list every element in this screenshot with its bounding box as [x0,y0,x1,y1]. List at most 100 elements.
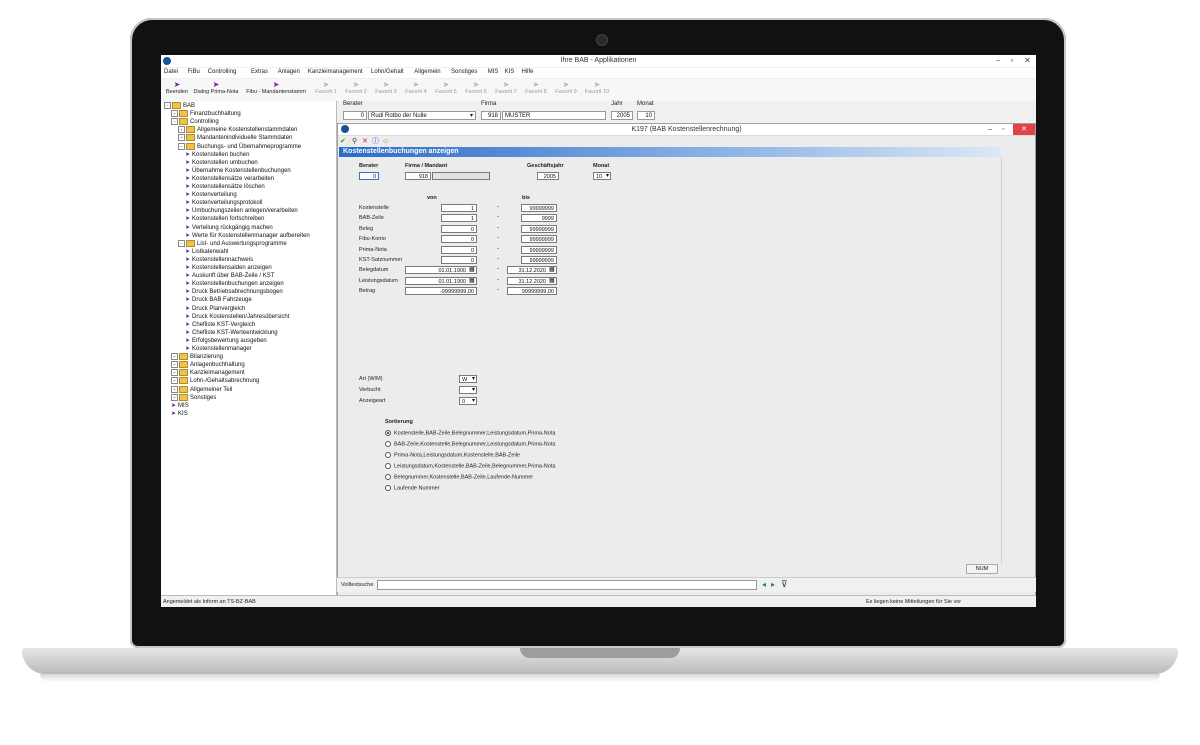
radio-button-icon[interactable] [385,463,391,469]
menu-item-7[interactable]: Allgemein [414,69,440,75]
tree-item[interactable]: ➤ Druck BAB Fahrzeuge [185,296,252,303]
tree-item[interactable]: ➤ Kostenstellen umbuchen [185,159,258,166]
radio-button-icon[interactable] [385,474,391,480]
calendar-icon[interactable]: ▦ [549,277,555,284]
range-from-field[interactable]: 0 [441,224,477,233]
tree-item[interactable]: ➤ Kostenstellenbuchungen anzeigen [185,280,284,287]
menu-item-11[interactable]: Hilfe [522,69,534,75]
sort-option[interactable]: Leistungsdatum,Kostenstelle,BAB-Zeile,Be… [385,463,555,469]
maximize-button[interactable]: ▫ [1005,55,1019,67]
menu-item-5[interactable]: Kanzleimanagement [308,69,363,75]
range-from-field[interactable]: 0 [441,235,477,244]
berater-number-field[interactable]: 0 [343,111,367,120]
tree-item[interactable]: ➤ Erfolgsbewertung ausgeben [185,337,267,344]
monat-field[interactable]: 10 [637,111,655,120]
tree-item[interactable]: ➤ Druck Planvergleich [185,305,245,312]
toolbar-button-0[interactable]: ➤ Beenden [163,80,191,95]
expand-icon[interactable]: + [171,393,178,401]
sort-option[interactable]: Prima-Nota,Leistungsdatum,Kostenstelle,B… [385,452,520,458]
range-to-field[interactable]: 99999999 [521,224,557,233]
expand-icon[interactable]: + [178,134,185,142]
range-from-field[interactable]: 01.01.1900 [405,266,477,275]
tree-item[interactable]: ➤ Chefliste KST-Werteentwicklung [185,329,278,336]
expand-icon[interactable]: + [171,377,178,385]
menu-item-10[interactable]: KIS [505,69,515,75]
minimize-button[interactable]: – [991,55,1005,67]
toolbar-button-11[interactable]: ➤ Favorit 9 [551,80,581,95]
tree-item[interactable]: ➤ Kostenstellensätze löschen [185,183,265,190]
calendar-icon[interactable]: ▦ [549,266,555,273]
range-to-field[interactable]: 9999 [521,214,557,223]
toolbar-button-4[interactable]: ➤ Favorit 2 [341,80,371,95]
expand-icon[interactable]: + [171,385,178,393]
tree-item[interactable]: ➤ Kostenstellennachweis [185,256,253,263]
calendar-icon[interactable]: ▦ [469,277,475,284]
range-to-field[interactable]: 99999999 [521,245,557,254]
calendar-icon[interactable]: ▦ [469,266,475,273]
toolbar-button-5[interactable]: ➤ Favorit 3 [371,80,401,95]
expand-icon[interactable]: + [171,369,178,377]
radio-button-icon[interactable] [385,452,391,458]
menu-item-4[interactable]: Anlagen [278,69,300,75]
toolbar-button-10[interactable]: ➤ Favorit 8 [521,80,551,95]
range-from-field[interactable]: -99999999,00 [405,287,477,296]
firma-name-field[interactable]: MUSTER [502,111,606,120]
menu-item-2[interactable]: Controlling [208,69,237,75]
close-button[interactable]: ✕ [1019,55,1036,67]
menu-item-0[interactable]: Datei [164,69,178,75]
menu-item-1[interactable]: FiBu [188,69,200,75]
tree-item[interactable]: ➤ Kostenstellenmanager [185,345,252,352]
tree-item[interactable]: ➤ Kostenverteilungsprotokoll [185,199,262,206]
sort-option[interactable]: Belegnummer,Kostenstelle,BAB-Zeile,Laufe… [385,474,533,480]
verbucht-select[interactable] [459,386,477,394]
range-to-field[interactable]: 99999999 [521,256,557,264]
search-prev-icon[interactable]: ◂ [762,580,766,589]
cancel-icon[interactable]: ✕ [362,137,368,146]
tree-item[interactable]: ➤ Druck Kostenstellen/Jahresübersicht [185,313,289,320]
toolbar-button-9[interactable]: ➤ Favorit 7 [491,80,521,95]
radio-button-icon[interactable] [385,485,391,491]
tree-item[interactable]: ➤ MIS [171,402,189,409]
tree-folder[interactable]: − BAB [164,102,195,109]
jahr-field[interactable]: 2005 [611,111,633,120]
inner-close-button[interactable]: ✕ [1013,124,1035,135]
firma-number-field[interactable]: 918 [481,111,501,120]
tree-folder[interactable]: + Mandantenindividuelle Stammdaten [178,134,292,141]
tree-folder[interactable]: + Allgemeine Kostenstellenstammdaten [178,126,297,133]
toolbar-button-6[interactable]: ➤ Favorit 4 [401,80,431,95]
tree-folder[interactable]: + Lohn-/Gehaltsabrechnung [171,377,259,384]
range-to-field[interactable]: 99999999 [521,235,557,244]
sort-option[interactable]: Kostenstelle,BAB-Zeile,Belegnummer,Leist… [385,430,555,436]
sort-option[interactable]: Laufende Nummer [385,485,440,491]
tree-folder[interactable]: + Kanzleimanagement [171,369,245,376]
tree-folder[interactable]: + Bilanzierung [171,353,223,360]
art-select[interactable]: W [459,375,477,383]
tree-folder[interactable]: + Sonstiges [171,393,216,401]
toolbar-button-3[interactable]: ➤ Favorit 1 [311,80,341,95]
form-monat-select[interactable]: 10 [593,172,611,180]
tree-item[interactable]: ➤ Kostenverteilung [185,191,237,198]
tree-item[interactable]: ➤ Kostenstellen buchen [185,151,249,158]
toolbar-button-7[interactable]: ➤ Favorit 5 [431,80,461,95]
collapse-icon[interactable]: − [171,118,178,126]
search-next-icon[interactable]: ▸ [771,580,775,589]
tree-folder[interactable]: + Allgemeiner Teil [171,385,232,393]
form-gj-field[interactable]: 2005 [537,172,559,180]
toolbar-button-12[interactable]: ➤ Favorit 10 [581,80,613,95]
tree-item[interactable]: ➤ Druck Betriebsabrechnungsbogen [185,288,283,295]
menu-item-9[interactable]: MIS [488,69,499,75]
toolbar-button-1[interactable]: ➤ Dialog Prima-Nota [191,80,241,95]
sort-option[interactable]: BAB-Zeile,Kostenstelle,Belegnummer,Leist… [385,441,555,447]
tree-item[interactable]: ➤ Werte für Kostenstellenmanager aufberei… [185,232,310,239]
tree-folder[interactable]: + Anlagenbuchhaltung [171,361,245,368]
tree-item[interactable]: ➤ Listkatenwahl [185,248,228,255]
expand-icon[interactable]: + [171,110,178,118]
tree-item[interactable]: ➤ Kostenstellen fortschreiben [185,215,264,222]
help-icon[interactable]: ☺ [382,137,389,146]
collapse-icon[interactable]: − [178,239,185,247]
menu-item-3[interactable]: Extras [251,69,268,75]
tree-item[interactable]: ➤ Auskunft über BAB-Zeile / KST [185,272,274,279]
range-from-field[interactable]: 1 [441,214,477,223]
radio-button-icon[interactable] [385,430,391,436]
range-from-field[interactable]: 1 [441,204,477,212]
